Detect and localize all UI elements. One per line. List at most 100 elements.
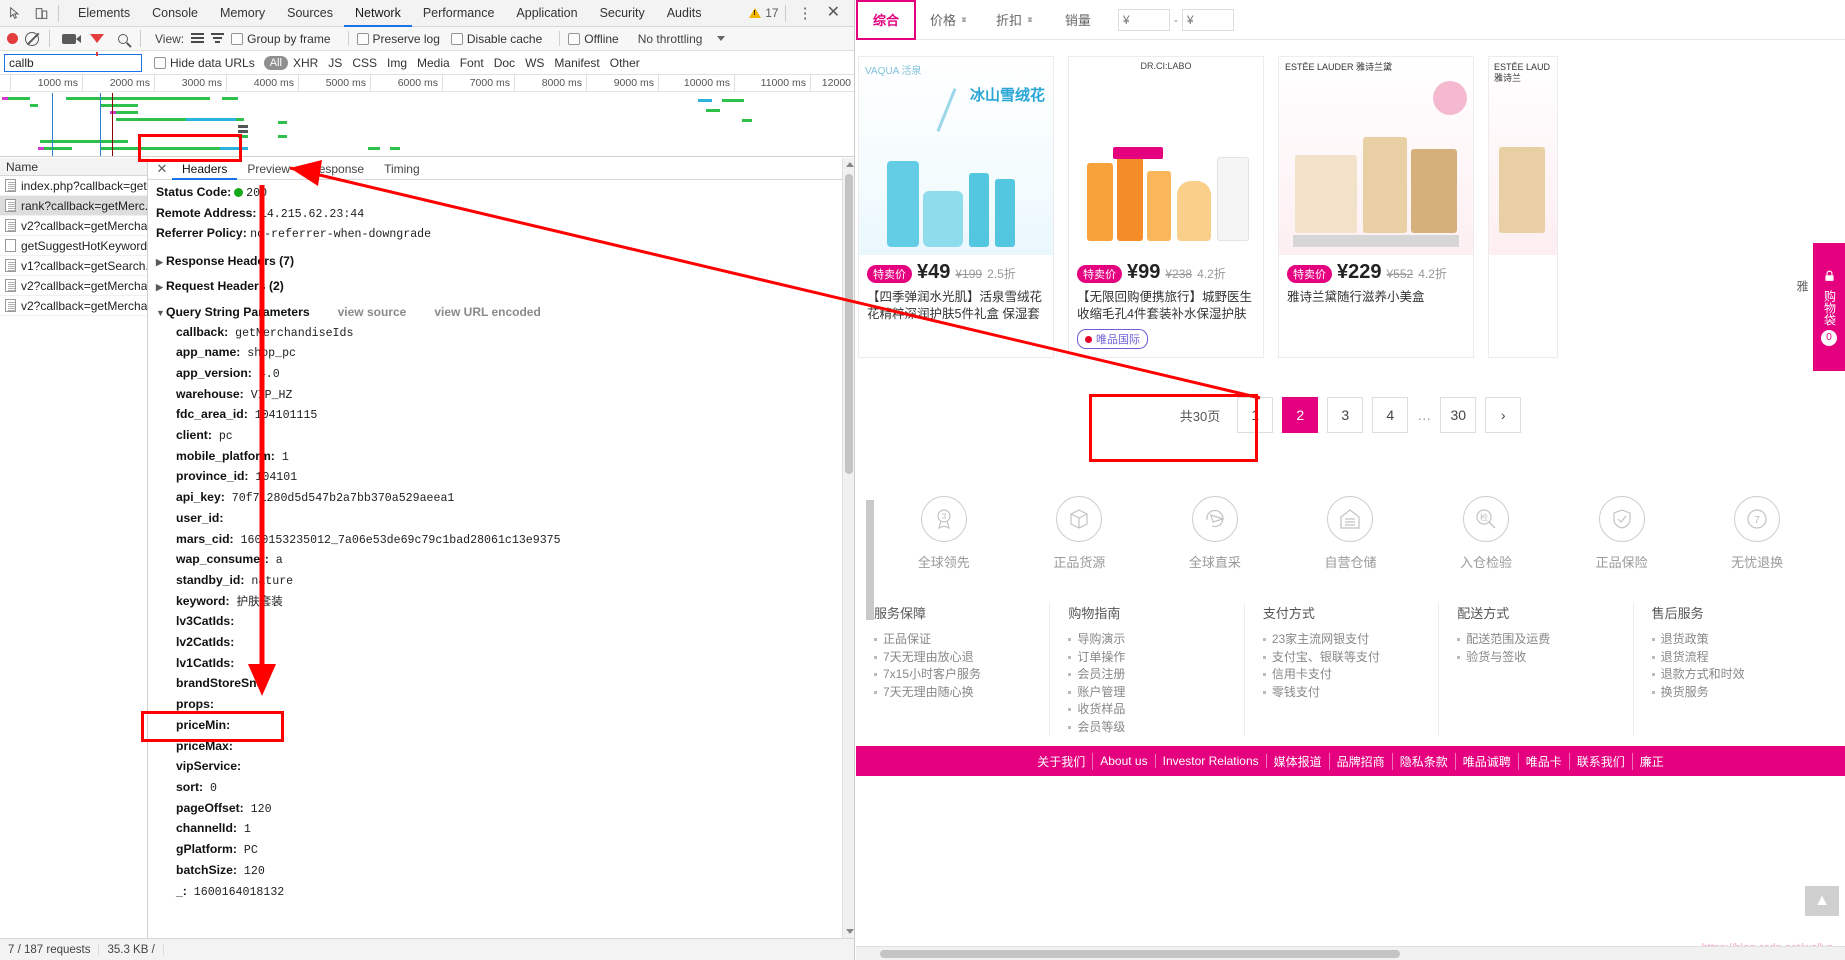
filter-type-css[interactable]: CSS [347,56,382,70]
page-vertical-scrollbar-thumb[interactable] [866,500,874,620]
device-toolbar-icon[interactable] [28,1,54,25]
footer-link[interactable]: 验货与签收 [1457,649,1632,667]
filter-type-media[interactable]: Media [412,56,455,70]
offline-checkbox[interactable]: Offline [568,32,619,46]
request-row[interactable]: getSuggestHotKeyword... [0,236,147,256]
capture-screenshots-icon[interactable] [62,33,81,44]
footer-link[interactable]: 会员注册 [1068,666,1243,684]
product-title[interactable]: 【四季弹润水光肌】活泉雪绒花花精粹深润护肤5件礼盒 保湿套装 [867,289,1045,323]
price-min-input[interactable] [1117,8,1170,31]
request-row[interactable]: v1?callback=getSearch... [0,256,147,276]
footer-link[interactable]: 信用卡支付 [1262,666,1438,684]
bottom-link[interactable]: 媒体报道 [1267,752,1330,770]
tab-performance[interactable]: Performance [412,0,506,27]
bottom-link[interactable]: 联系我们 [1570,752,1633,770]
search-icon[interactable] [118,33,128,44]
next-page-button[interactable]: › [1485,397,1522,433]
product-image[interactable]: ESTĒE LAUDER 雅诗兰黛 [1279,57,1473,255]
footer-link[interactable]: 账户管理 [1068,684,1243,702]
tab-security[interactable]: Security [589,0,656,27]
request-headers-section[interactable]: ▶ Request Headers (2) [156,277,854,297]
query-string-section[interactable]: ▼Query String Parameters view source vie… [156,302,854,323]
footer-link[interactable]: 收货样品 [1068,701,1243,719]
request-row[interactable]: v2?callback=getMercha... [0,216,147,236]
filter-icon[interactable] [90,34,104,56]
filter-type-all[interactable]: All [263,55,288,70]
chevron-down-icon[interactable] [717,36,726,41]
footer-link[interactable]: 23家主流网银支付 [1262,631,1438,649]
tab-audits[interactable]: Audits [656,0,713,27]
tab-response[interactable]: Response [300,158,374,180]
sort-price[interactable]: 价格 ▲ ▼ [916,0,982,40]
page-horizontal-scrollbar[interactable] [856,946,1845,960]
filter-type-ws[interactable]: WS [520,56,549,70]
cart-rail[interactable]: 购物袋 0 [1813,243,1845,371]
product-card[interactable]: ESTĒE LAUDER 雅诗兰黛 特卖价 ¥229 ¥552 4.2折 雅诗兰… [1278,56,1474,358]
bottom-link[interactable]: 唯品诚聘 [1456,752,1519,770]
footer-link[interactable]: 会员等级 [1068,719,1243,737]
record-icon[interactable] [7,33,18,44]
filter-type-font[interactable]: Font [455,56,489,70]
footer-link[interactable]: 订单操作 [1068,649,1243,667]
tab-headers[interactable]: Headers [172,158,237,180]
footer-link[interactable]: 导购演示 [1068,631,1243,649]
group-by-frame-checkbox[interactable]: Group by frame [231,32,331,46]
request-row[interactable]: v2?callback=getMercha... [0,276,147,296]
list-view-icon[interactable] [191,33,205,44]
footer-link[interactable]: 配送范围及运费 [1457,631,1632,649]
footer-link[interactable]: 退款方式和时效 [1651,666,1827,684]
warning-badge[interactable]: 17 [749,6,779,20]
view-url-encoded-link[interactable]: view URL encoded [434,302,540,322]
price-max-input[interactable] [1181,8,1234,31]
tab-preview[interactable]: Preview [237,158,300,180]
tab-sources[interactable]: Sources [276,0,344,27]
close-detail-icon[interactable]: ✕ [152,161,172,177]
bottom-link[interactable]: Investor Relations [1156,754,1267,768]
page-button-last[interactable]: 30 [1440,397,1477,433]
tab-timing[interactable]: Timing [374,158,430,180]
filter-type-js[interactable]: JS [323,56,347,70]
product-card[interactable]: VAQUA 活泉 冰山雪绒花 特卖价 ¥49 ¥199 2.5折 【四季弹润水光… [858,56,1054,358]
bottom-link[interactable]: 关于我们 [1030,752,1094,770]
filter-type-other[interactable]: Other [605,56,645,70]
bottom-link[interactable]: 隐私条款 [1393,752,1456,770]
footer-link[interactable]: 换货服务 [1651,684,1827,702]
inspect-element-icon[interactable] [2,1,28,25]
filter-type-img[interactable]: Img [382,56,412,70]
waterfall-view-icon[interactable] [211,33,225,44]
footer-link[interactable]: 退货政策 [1651,631,1827,649]
footer-link[interactable]: 7x15小时客户服务 [874,666,1049,684]
bottom-link[interactable]: 唯品卡 [1519,752,1570,770]
hide-data-urls-checkbox[interactable]: Hide data URLs [154,56,255,70]
filter-type-manifest[interactable]: Manifest [549,56,604,70]
response-headers-section[interactable]: ▶ Response Headers (7) [156,252,854,272]
back-to-top-button[interactable]: ▲ [1805,886,1839,916]
tab-elements[interactable]: Elements [67,0,141,27]
filter-type-xhr[interactable]: XHR [288,56,323,70]
more-options-icon[interactable]: ⋮ [792,6,819,21]
page-button-4[interactable]: 4 [1372,397,1409,433]
product-card[interactable]: ESTĒE LAUD 雅诗兰 [1488,56,1558,358]
sort-comprehensive[interactable]: 综合 [856,0,916,40]
footer-link[interactable]: 支付宝、银联等支付 [1262,649,1438,667]
clear-icon[interactable] [25,31,39,46]
sort-discount[interactable]: 折扣 ▲ ▼ [982,0,1048,40]
footer-link[interactable]: 正品保证 [874,631,1049,649]
tab-console[interactable]: Console [141,0,209,27]
footer-link[interactable]: 7天无理由随心换 [874,684,1049,702]
bottom-link[interactable]: 廉正 [1633,753,1671,770]
product-card[interactable]: DR.CI:LABO 特卖价 ¥99 ¥238 4.2折 【无限回购便携旅行】城… [1068,56,1264,358]
scroll-down-icon[interactable] [846,929,854,934]
filter-type-doc[interactable]: Doc [489,56,520,70]
product-title[interactable]: 【无限回购便携旅行】城野医生收缩毛孔4件套装补水保湿护肤套装 [1077,289,1255,323]
tab-application[interactable]: Application [505,0,588,27]
footer-link[interactable]: 7天无理由放心退 [874,649,1049,667]
sort-sales[interactable]: 销量 [1048,0,1108,40]
detail-scrollbar[interactable] [842,158,854,938]
tab-memory[interactable]: Memory [209,0,276,27]
bottom-link[interactable]: About us [1093,754,1156,768]
request-row[interactable]: index.php?callback=get... [0,176,147,196]
close-devtools-icon[interactable]: ✕ [821,5,846,21]
product-image[interactable]: DR.CI:LABO [1069,57,1263,255]
request-row[interactable]: rank?callback=getMerc... [0,196,147,216]
